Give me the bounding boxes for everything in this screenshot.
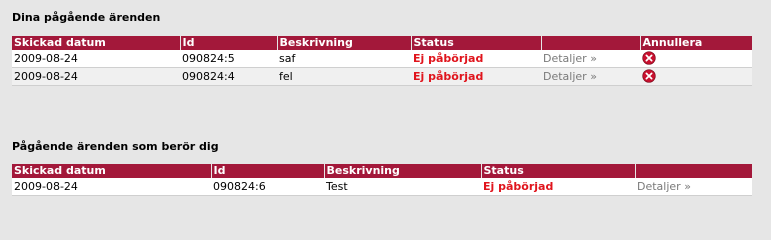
column-header-date: Skickad datum [12,164,212,178]
cell-details: Detaljer » [541,50,640,68]
table-row: 2009-08-24 090824:5 saf Ej påbörjad Deta… [12,50,752,68]
cell-description: saf [277,50,411,68]
my-cases-table: Skickad datum Id Beskrivning Status Annu… [12,36,752,86]
column-header-details [635,164,752,178]
cell-status: Ej påbörjad [411,50,541,68]
cell-id: 090824:6 [211,178,324,196]
cancel-icon[interactable] [642,69,656,83]
column-header-details [541,36,641,50]
table-header-row: Skickad datum Id Beskrivning Status Annu… [12,36,752,50]
cell-id: 090824:5 [180,50,277,68]
details-link[interactable]: Detaljer » [543,52,597,65]
details-link[interactable]: Detaljer » [637,180,691,193]
section-title-my-cases: Dina pågående ärenden [12,11,161,24]
cell-description: fel [277,67,411,86]
column-header-description: Beskrivning [324,164,482,178]
cell-cancel [640,50,752,68]
column-header-status: Status [481,164,636,178]
table-header-row: Skickad datum Id Beskrivning Status [12,164,752,178]
cell-date: 2009-08-24 [12,178,211,196]
cancel-icon[interactable] [642,51,656,65]
cell-details: Detaljer » [635,178,752,196]
table-row: 2009-08-24 090824:4 fel Ej påbörjad Deta… [12,67,752,86]
cell-status: Ej påbörjad [481,178,635,196]
column-header-id: Id [211,164,325,178]
column-header-description: Beskrivning [277,36,412,50]
section-title-related-cases: Pågående ärenden som berör dig [12,140,219,153]
cell-cancel [640,67,752,86]
column-header-date: Skickad datum [12,36,181,50]
cell-id: 090824:4 [180,67,277,86]
related-cases-table: Skickad datum Id Beskrivning Status 2009… [12,164,752,196]
cell-date: 2009-08-24 [12,67,180,86]
cell-status: Ej påbörjad [411,67,541,86]
details-link[interactable]: Detaljer » [543,70,597,83]
table-row: 2009-08-24 090824:6 Test Ej påbörjad Det… [12,178,752,196]
column-header-cancel: Annullera [640,36,752,50]
column-header-id: Id [180,36,278,50]
cell-details: Detaljer » [541,67,640,86]
cell-description: Test [324,178,481,196]
cell-date: 2009-08-24 [12,50,180,68]
column-header-status: Status [411,36,542,50]
